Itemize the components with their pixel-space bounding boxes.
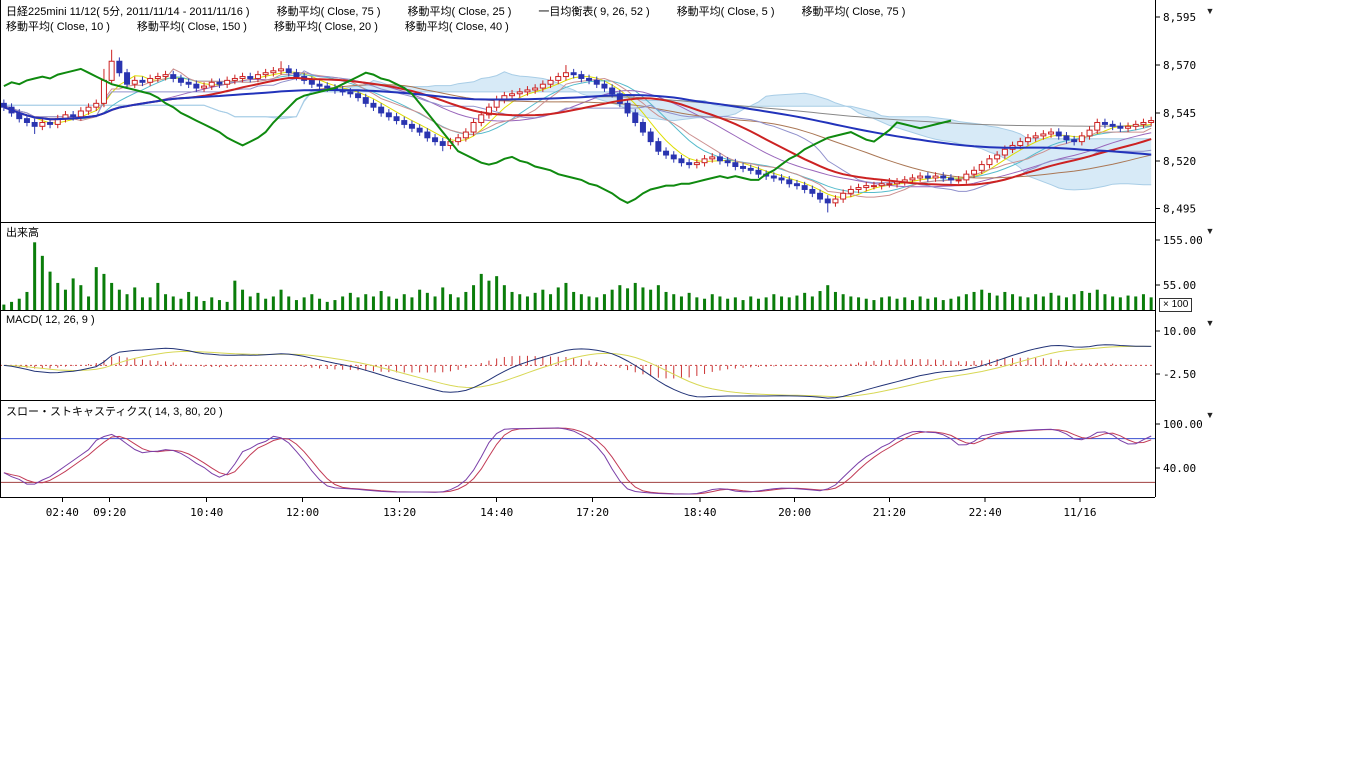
legend-item: 移動平均( Close, 10 ) <box>6 21 110 33</box>
axis-label: 8,520 <box>1163 155 1196 168</box>
legend-item: 日経225mini 11/12( 5分, 2011/11/14 - 2011/1… <box>6 6 250 18</box>
axis-label: 40.00 <box>1163 462 1196 475</box>
axis-label: 8,495 <box>1163 203 1196 216</box>
axis-label: 18:40 <box>683 506 716 519</box>
legend-row-2: 移動平均( Close, 10 ) 移動平均( Close, 150 ) 移動平均(… <box>6 18 536 34</box>
stoch-pane-label: スロー・ストキャスティクス( 14, 3, 80, 20 ) <box>6 403 223 419</box>
axis-label: 8,545 <box>1163 107 1196 120</box>
stochastics-plot <box>0 428 1155 494</box>
macd-pane-label: MACD( 12, 26, 9 ) <box>6 314 95 326</box>
axis-label: 20:00 <box>778 506 811 519</box>
axis-label: 09:20 <box>93 506 126 519</box>
axis-label: 8,595 <box>1163 11 1196 24</box>
axis-label: 17:20 <box>576 506 609 519</box>
axis-label: 22:40 <box>969 506 1002 519</box>
macd-pane-menu-button[interactable]: ▼ <box>1201 317 1219 330</box>
axis-label: 155.00 <box>1163 234 1203 247</box>
axis-label: 8,570 <box>1163 59 1196 72</box>
volume-pane-menu-button[interactable]: ▼ <box>1201 225 1219 238</box>
axis-label: 55.00 <box>1163 279 1196 292</box>
price-pane-menu-button[interactable]: ▼ <box>1201 5 1219 18</box>
chart-canvas: 8,595 8,570 8,545 8,520 8,495 155.00 55.00 10.0… <box>0 0 1230 540</box>
volume-pane-label: 出来高 <box>6 224 39 240</box>
volume-bars <box>2 242 1152 310</box>
axis-label: 10:40 <box>190 506 223 519</box>
macd-plot <box>0 345 1155 398</box>
legend-item: 移動平均( Close, 150 ) <box>137 21 247 33</box>
axis-label: 11/16 <box>1063 506 1096 519</box>
legend-item: 移動平均( Close, 5 ) <box>677 6 775 18</box>
time-axis: 02:40 09:20 10:40 12:00 13:20 14:40 17:20 18:40… <box>46 497 1097 519</box>
legend-item: 移動平均( Close, 20 ) <box>274 21 378 33</box>
legend-item: 一目均衡表( 9, 26, 52 ) <box>538 6 649 18</box>
ichimoku-cloud <box>4 72 1151 190</box>
axis-label: 100.00 <box>1163 418 1203 431</box>
legend-item: 移動平均( Close, 75 ) <box>277 6 381 18</box>
volume-multiplier-badge: × 100 <box>1159 298 1192 312</box>
axis-label: 12:00 <box>286 506 319 519</box>
axis-label: 14:40 <box>480 506 513 519</box>
axis-label: 21:20 <box>873 506 906 519</box>
legend-item: 移動平均( Close, 75 ) <box>801 6 905 18</box>
legend-row-1: 日経225mini 11/12( 5分, 2011/11/14 - 2011/1… <box>6 3 932 19</box>
axis-label: -2.50 <box>1163 368 1196 381</box>
stoch-pane-menu-button[interactable]: ▼ <box>1201 409 1219 422</box>
legend-item: 移動平均( Close, 25 ) <box>408 6 512 18</box>
legend-item: 移動平均( Close, 40 ) <box>405 21 509 33</box>
axis-label: 13:20 <box>383 506 416 519</box>
chart-window: 8,595 8,570 8,545 8,520 8,495 155.00 55.00 10.0… <box>0 0 1366 768</box>
axis-label: 10.00 <box>1163 325 1196 338</box>
axis-label: 02:40 <box>46 506 79 519</box>
value-axis: 8,595 8,570 8,545 8,520 8,495 155.00 55.00 10.0… <box>1155 11 1203 475</box>
